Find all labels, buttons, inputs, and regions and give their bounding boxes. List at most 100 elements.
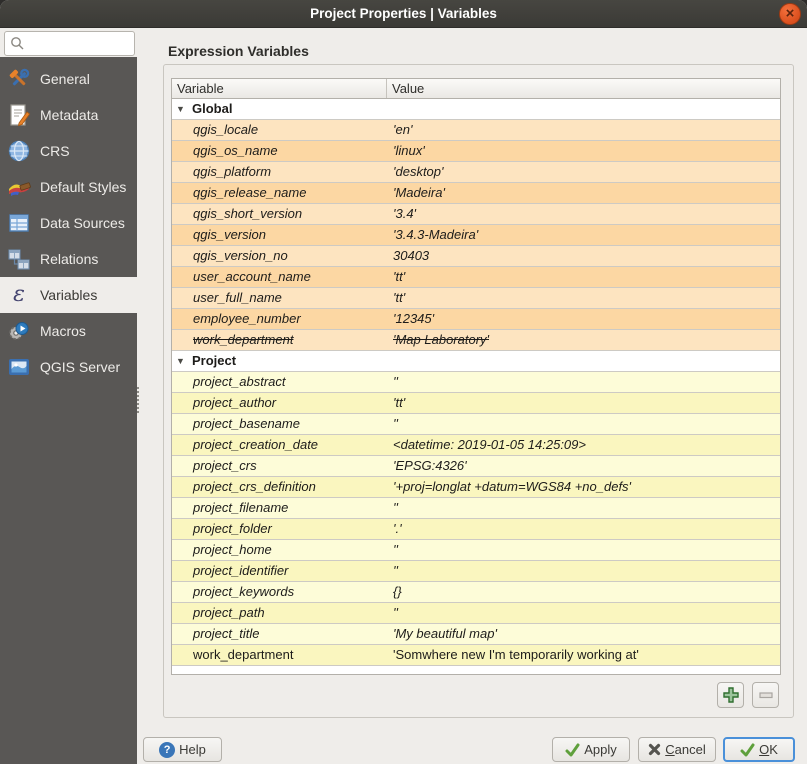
variable-name-cell[interactable]: project_path xyxy=(172,603,387,623)
variable-name-cell[interactable]: project_title xyxy=(172,624,387,644)
table-row[interactable]: project_creation_date<datetime: 2019-01-… xyxy=(172,435,780,456)
table-row[interactable]: project_home'' xyxy=(172,540,780,561)
apply-button[interactable]: Apply xyxy=(552,737,630,762)
variable-name-cell[interactable]: qgis_version_no xyxy=(172,246,387,266)
variable-value-cell[interactable]: '.' xyxy=(387,519,780,539)
variable-name-cell[interactable]: employee_number xyxy=(172,309,387,329)
table-row[interactable]: qgis_locale'en' xyxy=(172,120,780,141)
help-button[interactable]: ? Help xyxy=(143,737,222,762)
variable-name-cell[interactable]: qgis_version xyxy=(172,225,387,245)
sidebar-item-crs[interactable]: CRS xyxy=(0,133,137,169)
table-row[interactable]: work_department'Map Laboratory' xyxy=(172,330,780,351)
variable-value-cell[interactable]: '12345' xyxy=(387,309,780,329)
group-header-global[interactable]: ▼Global xyxy=(172,99,780,120)
variable-name-cell[interactable]: project_identifier xyxy=(172,561,387,581)
sidebar-item-macros[interactable]: Macros xyxy=(0,313,137,349)
variable-value-cell[interactable]: 'tt' xyxy=(387,393,780,413)
table-row[interactable]: qgis_version'3.4.3-Madeira' xyxy=(172,225,780,246)
variable-name-cell[interactable]: qgis_short_version xyxy=(172,204,387,224)
apply-button-label: Apply xyxy=(584,742,617,757)
variable-value-cell[interactable]: 30403 xyxy=(387,246,780,266)
sidebar-item-default-styles[interactable]: Default Styles xyxy=(0,169,137,205)
ok-button[interactable]: OK xyxy=(723,737,795,762)
variable-name-cell[interactable]: project_crs xyxy=(172,456,387,476)
table-row[interactable]: project_author'tt' xyxy=(172,393,780,414)
table-row[interactable]: project_basename'' xyxy=(172,414,780,435)
table-row[interactable]: project_folder'.' xyxy=(172,519,780,540)
table-row[interactable]: project_crs_definition'+proj=longlat +da… xyxy=(172,477,780,498)
variable-name-cell[interactable]: project_creation_date xyxy=(172,435,387,455)
table-row[interactable]: user_full_name'tt' xyxy=(172,288,780,309)
sidebar-item-data-sources[interactable]: Data Sources xyxy=(0,205,137,241)
table-row[interactable]: user_account_name'tt' xyxy=(172,267,780,288)
table-row[interactable]: employee_number'12345' xyxy=(172,309,780,330)
variable-value-cell[interactable]: '' xyxy=(387,561,780,581)
table-row[interactable]: qgis_version_no30403 xyxy=(172,246,780,267)
table-row[interactable]: project_abstract'' xyxy=(172,372,780,393)
close-button[interactable]: × xyxy=(779,3,801,25)
sidebar-item-relations[interactable]: Relations xyxy=(0,241,137,277)
table-row[interactable]: project_identifier'' xyxy=(172,561,780,582)
variable-value-cell[interactable]: {} xyxy=(387,582,780,602)
variable-value-cell[interactable]: '+proj=longlat +datum=WGS84 +no_defs' xyxy=(387,477,780,497)
variable-name-cell[interactable]: qgis_platform xyxy=(172,162,387,182)
variable-name-cell[interactable]: user_full_name xyxy=(172,288,387,308)
remove-variable-button[interactable] xyxy=(752,682,779,708)
variable-name-cell[interactable]: project_author xyxy=(172,393,387,413)
variable-value-cell[interactable]: <datetime: 2019-01-05 14:25:09> xyxy=(387,435,780,455)
variable-value-cell[interactable]: 'Madeira' xyxy=(387,183,780,203)
variable-value-cell[interactable]: '' xyxy=(387,498,780,518)
table-row[interactable]: qgis_release_name'Madeira' xyxy=(172,183,780,204)
variable-name-cell[interactable]: project_folder xyxy=(172,519,387,539)
variable-name-cell[interactable]: project_crs_definition xyxy=(172,477,387,497)
sidebar-splitter[interactable] xyxy=(137,387,142,413)
variable-value-cell[interactable]: 'en' xyxy=(387,120,780,140)
variable-value-cell[interactable]: 'My beautiful map' xyxy=(387,624,780,644)
variable-name-cell[interactable]: user_account_name xyxy=(172,267,387,287)
table-row[interactable]: qgis_platform'desktop' xyxy=(172,162,780,183)
variable-value-cell[interactable]: 'Map Laboratory' xyxy=(387,330,780,350)
titlebar[interactable]: Project Properties | Variables × xyxy=(0,0,807,28)
group-header-project[interactable]: ▼Project xyxy=(172,351,780,372)
sidebar-item-general[interactable]: General xyxy=(0,61,137,97)
variable-name-cell[interactable]: project_abstract xyxy=(172,372,387,392)
table-row[interactable]: project_path'' xyxy=(172,603,780,624)
variable-value-cell[interactable]: '3.4.3-Madeira' xyxy=(387,225,780,245)
variable-name-cell[interactable]: work_department xyxy=(172,645,387,665)
variable-value-cell[interactable]: 'EPSG:4326' xyxy=(387,456,780,476)
variable-value-cell[interactable]: '3.4' xyxy=(387,204,780,224)
variable-name-cell[interactable]: project_filename xyxy=(172,498,387,518)
variable-value-cell[interactable]: '' xyxy=(387,603,780,623)
table-row[interactable]: project_keywords{} xyxy=(172,582,780,603)
variable-value-cell[interactable]: 'desktop' xyxy=(387,162,780,182)
variable-value-cell[interactable]: 'tt' xyxy=(387,267,780,287)
sidebar-item-metadata[interactable]: Metadata xyxy=(0,97,137,133)
variable-name-cell[interactable]: qgis_locale xyxy=(172,120,387,140)
table-row[interactable]: qgis_os_name'linux' xyxy=(172,141,780,162)
add-variable-button[interactable] xyxy=(717,682,744,708)
variable-name-cell[interactable]: work_department xyxy=(172,330,387,350)
sidebar-item-variables[interactable]: εVariables xyxy=(0,277,137,313)
variable-value-cell[interactable]: '' xyxy=(387,372,780,392)
table-row[interactable]: work_department'Somwhere new I'm tempora… xyxy=(172,645,780,666)
table-row[interactable]: project_crs'EPSG:4326' xyxy=(172,456,780,477)
variable-name-cell[interactable]: project_basename xyxy=(172,414,387,434)
table-row[interactable]: project_filename'' xyxy=(172,498,780,519)
variable-name-cell[interactable]: project_keywords xyxy=(172,582,387,602)
cancel-button[interactable]: Cancel xyxy=(638,737,716,762)
variable-name-cell[interactable]: qgis_os_name xyxy=(172,141,387,161)
table-row[interactable]: qgis_short_version'3.4' xyxy=(172,204,780,225)
collapse-icon[interactable]: ▼ xyxy=(176,99,185,119)
column-header-variable[interactable]: Variable xyxy=(172,79,387,98)
variable-value-cell[interactable]: '' xyxy=(387,540,780,560)
column-header-value[interactable]: Value xyxy=(387,79,780,98)
variable-value-cell[interactable]: '' xyxy=(387,414,780,434)
variable-name-cell[interactable]: project_home xyxy=(172,540,387,560)
sidebar-item-qgis-server[interactable]: QGIS Server xyxy=(0,349,137,385)
variable-value-cell[interactable]: 'tt' xyxy=(387,288,780,308)
variable-value-cell[interactable]: 'linux' xyxy=(387,141,780,161)
variable-name-cell[interactable]: qgis_release_name xyxy=(172,183,387,203)
variable-value-cell[interactable]: 'Somwhere new I'm temporarily working at… xyxy=(387,645,780,665)
collapse-icon[interactable]: ▼ xyxy=(176,351,185,371)
table-row[interactable]: project_title'My beautiful map' xyxy=(172,624,780,645)
